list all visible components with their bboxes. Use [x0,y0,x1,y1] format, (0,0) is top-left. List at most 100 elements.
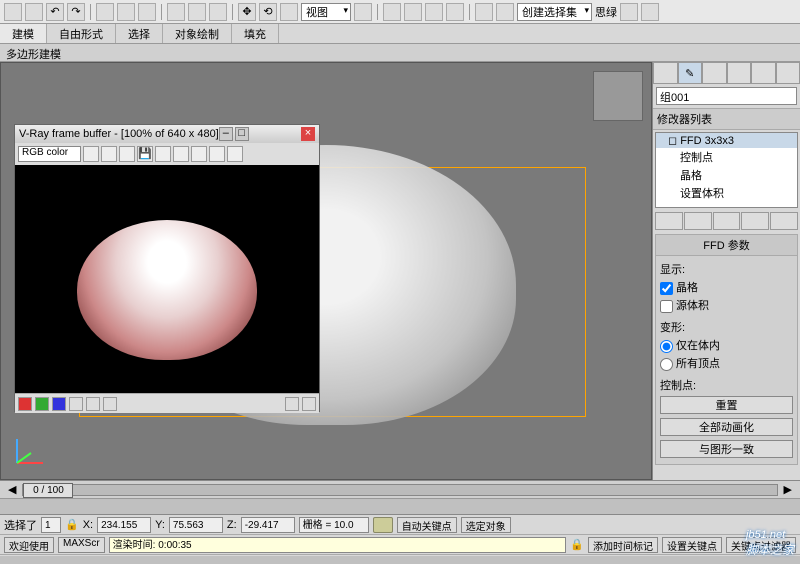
tab-modeling[interactable]: 建模 [0,24,47,43]
lock-icon[interactable]: 🔒 [65,518,79,531]
select-button[interactable] [167,3,185,21]
lattice-checkbox[interactable]: 晶格 [660,278,793,296]
all-verts-radio[interactable]: 所有顶点 [660,354,793,372]
tool-button[interactable] [475,3,493,21]
show-result-button[interactable] [684,212,712,230]
tab-populate[interactable]: 填充 [232,24,279,43]
next-frame-button[interactable]: ▶ [784,483,792,496]
tool-button[interactable] [117,3,135,21]
vfb-button[interactable] [209,146,225,162]
vfb-status-button[interactable] [69,397,83,411]
modifier-list-dropdown[interactable]: 修改器列表 [653,108,800,130]
timeline-slider[interactable]: 0 / 100 [22,484,777,496]
close-button[interactable]: × [301,127,315,141]
snap-button[interactable] [383,3,401,21]
auto-key-button[interactable]: 自动关键点 [397,517,457,533]
configure-button[interactable] [770,212,798,230]
vfb-status-button[interactable] [285,397,299,411]
hierarchy-tab[interactable] [702,62,727,84]
tool-button[interactable] [138,3,156,21]
remove-mod-button[interactable] [741,212,769,230]
source-vol-checkbox[interactable]: 源体积 [660,296,793,314]
conform-button[interactable]: 与图形一致 [660,440,793,458]
status-area: 选择了 1 🔒 X: 234.155 Y: 75.563 Z: -29.417 … [0,514,800,556]
selected-object-dropdown[interactable]: 选定对象 [461,517,511,533]
tool-button[interactable] [188,3,206,21]
link-button[interactable] [96,3,114,21]
maxscript-button[interactable]: MAXScr [58,537,105,553]
tool-button[interactable] [425,3,443,21]
object-name-field[interactable]: 组001 [656,87,797,105]
z-field[interactable]: -29.417 [241,517,295,533]
minimize-button[interactable]: – [219,127,233,141]
move-button[interactable]: ✥ [238,3,256,21]
tool-button[interactable] [641,3,659,21]
tool-button[interactable] [496,3,514,21]
vfb-button[interactable] [119,146,135,162]
maximize-button[interactable]: □ [235,127,249,141]
vfb-status-button[interactable] [103,397,117,411]
modifier-sub[interactable]: 控制点 [656,148,797,166]
vfb-button[interactable] [227,146,243,162]
vfb-status-button[interactable] [302,397,316,411]
modifier-stack[interactable]: ◻ FFD 3x3x3 控制点 晶格 设置体积 [655,132,798,208]
y-label: Y: [155,519,165,531]
vfb-button[interactable] [155,146,171,162]
y-field[interactable]: 75.563 [169,517,223,533]
vfb-button[interactable] [173,146,189,162]
red-channel-button[interactable] [18,397,32,411]
unique-button[interactable] [713,212,741,230]
key-icon[interactable] [373,517,393,533]
selection-set-dropdown[interactable]: 创建选择集 [517,3,592,21]
rollout-header[interactable]: FFD 参数 [656,235,797,256]
vfb-button[interactable] [101,146,117,162]
lock-icon[interactable]: 🔒 [570,538,584,551]
x-field[interactable]: 234.155 [97,517,151,533]
blue-channel-button[interactable] [52,397,66,411]
modifier-sub[interactable]: 晶格 [656,166,797,184]
tool-button[interactable] [25,3,43,21]
vfb-status-button[interactable] [86,397,100,411]
in-volume-radio[interactable]: 仅在体内 [660,336,793,354]
utilities-tab[interactable] [776,62,800,84]
create-tab[interactable] [653,62,678,84]
scale-button[interactable] [280,3,298,21]
timeline-thumb[interactable]: 0 / 100 [23,483,73,498]
motion-tab[interactable] [727,62,752,84]
save-icon[interactable]: 💾 [137,146,153,162]
tool-button[interactable] [354,3,372,21]
ribbon-subbar: 多边形建模 [0,44,800,62]
rotate-button[interactable]: ⟲ [259,3,277,21]
track-bar[interactable] [0,498,800,514]
tool-button[interactable] [620,3,638,21]
tool-button[interactable] [446,3,464,21]
tool-button[interactable] [404,3,422,21]
grid-field: 栅格 = 10.0 [299,517,369,533]
coord-dropdown[interactable]: 视图 [301,3,351,21]
welcome-button[interactable]: 欢迎使用 [4,537,54,553]
animate-all-button[interactable]: 全部动画化 [660,418,793,436]
tab-select[interactable]: 选择 [116,24,163,43]
render-output[interactable] [15,165,319,393]
modifier-sub[interactable]: 设置体积 [656,184,797,202]
vfb-button[interactable] [83,146,99,162]
vfb-button[interactable] [191,146,207,162]
tool-button[interactable] [4,3,22,21]
tool-button[interactable] [209,3,227,21]
vfb-titlebar[interactable]: V-Ray frame buffer - [100% of 640 x 480]… [15,125,319,143]
redo-button[interactable]: ↷ [67,3,85,21]
tab-freeform[interactable]: 自由形式 [47,24,116,43]
reset-button[interactable]: 重置 [660,396,793,414]
modify-tab[interactable]: ✎ [678,62,703,84]
pin-stack-button[interactable] [655,212,683,230]
viewcube[interactable] [593,71,643,121]
add-time-tag-button[interactable]: 添加时间标记 [588,537,658,553]
channel-dropdown[interactable]: RGB color [18,146,81,162]
undo-button[interactable]: ↶ [46,3,64,21]
set-key-button[interactable]: 设置关键点 [662,537,722,553]
display-tab[interactable] [751,62,776,84]
tab-object-paint[interactable]: 对象绘制 [163,24,232,43]
green-channel-button[interactable] [35,397,49,411]
modifier-item[interactable]: ◻ FFD 3x3x3 [656,133,797,148]
prev-frame-button[interactable]: ◀ [8,483,16,496]
